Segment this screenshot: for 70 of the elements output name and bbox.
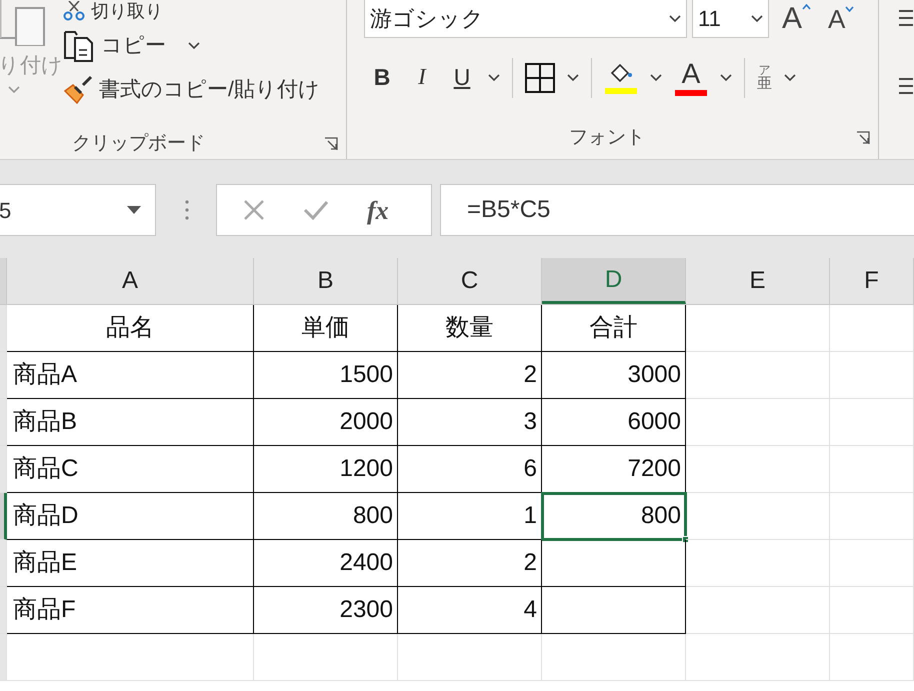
drag-handle-icon[interactable] — [185, 200, 189, 220]
group-label: フォント — [569, 126, 645, 150]
table-cell: 品名 — [7, 305, 254, 352]
table-cell: 6 — [398, 446, 542, 493]
table-cell: 商品F — [7, 587, 254, 634]
group-label: クリップボード — [72, 132, 205, 156]
column-header[interactable]: B — [254, 258, 398, 304]
chevron-down-icon[interactable] — [650, 74, 662, 82]
column-header[interactable]: E — [686, 258, 830, 304]
format-painter-button[interactable]: 書式のコピー/貼り付け — [99, 74, 320, 106]
table-cell: 単価 — [254, 305, 398, 352]
table-cell: 3 — [398, 399, 542, 446]
cut-button[interactable]: 切り取り — [91, 2, 163, 20]
copy-button[interactable]: コピー — [101, 30, 166, 62]
column-header[interactable]: D — [542, 258, 686, 304]
table-cell: 2000 — [254, 399, 398, 446]
column-header[interactable]: F — [830, 258, 914, 304]
clipboard-icon[interactable] — [0, 0, 46, 46]
table-cell: 2 — [398, 352, 542, 399]
table-cell: 合計 — [542, 305, 686, 352]
dropdown-arrow-icon[interactable] — [127, 206, 141, 214]
italic-button[interactable]: I — [408, 60, 436, 95]
chevron-down-icon[interactable] — [188, 42, 200, 50]
decrease-font-size-button[interactable]: A — [828, 6, 854, 32]
table-cell: 800 — [542, 493, 686, 540]
formula-field[interactable]: =B5*C5 — [440, 184, 914, 236]
dialog-launcher-icon[interactable] — [324, 137, 338, 152]
chevron-down-icon[interactable] — [567, 74, 579, 82]
table-cell: 800 — [254, 493, 398, 540]
bold-button[interactable]: B — [368, 60, 396, 95]
phonetic-guide-button[interactable]: ア 亜 — [757, 64, 772, 92]
table-cell: 2 — [398, 540, 542, 587]
table-cell: 4 — [398, 587, 542, 634]
paintbrush-icon[interactable] — [63, 74, 95, 105]
scissors-icon[interactable] — [63, 1, 85, 21]
font-color-button[interactable]: A — [674, 60, 708, 96]
table-cell: 数量 — [398, 305, 542, 352]
table-cell: 1500 — [254, 352, 398, 399]
table-cell: 7200 — [542, 446, 686, 493]
chevron-down-icon[interactable] — [784, 74, 796, 82]
table-cell: 商品D — [7, 493, 254, 540]
caret-up-icon — [802, 4, 812, 10]
column-header[interactable]: A — [7, 258, 254, 304]
font-size-field[interactable]: 11 — [692, 0, 769, 38]
table-cell: 商品C — [7, 446, 254, 493]
name-box[interactable]: 5 — [0, 184, 156, 236]
table-cell: 商品A — [7, 352, 254, 399]
increase-font-size-button[interactable]: A — [782, 4, 812, 34]
caret-down-icon — [845, 6, 854, 12]
table-cell: 1200 — [254, 446, 398, 493]
insert-function-button[interactable]: fx — [367, 190, 389, 230]
underline-button[interactable]: U — [448, 60, 476, 95]
table-cell: 商品E — [7, 540, 254, 587]
align-icon[interactable] — [899, 8, 913, 28]
borders-icon[interactable] — [525, 62, 555, 93]
font-name-field[interactable]: 游ゴシック — [364, 0, 687, 38]
row-header[interactable] — [0, 493, 7, 540]
table-cell: 6000 — [542, 399, 686, 446]
align-icon[interactable] — [899, 76, 913, 96]
table-cell: 商品B — [7, 399, 254, 446]
table-cell: 2300 — [254, 587, 398, 634]
chevron-down-icon[interactable] — [720, 74, 732, 82]
table-cell: 2400 — [254, 540, 398, 587]
table-cell: 3000 — [542, 352, 686, 399]
dialog-launcher-icon[interactable] — [856, 131, 870, 146]
chevron-down-icon[interactable] — [751, 14, 763, 22]
chevron-down-icon[interactable] — [488, 74, 500, 82]
check-icon[interactable] — [303, 200, 329, 220]
table-cell: 1 — [398, 493, 542, 540]
chevron-down-icon[interactable] — [669, 14, 681, 22]
